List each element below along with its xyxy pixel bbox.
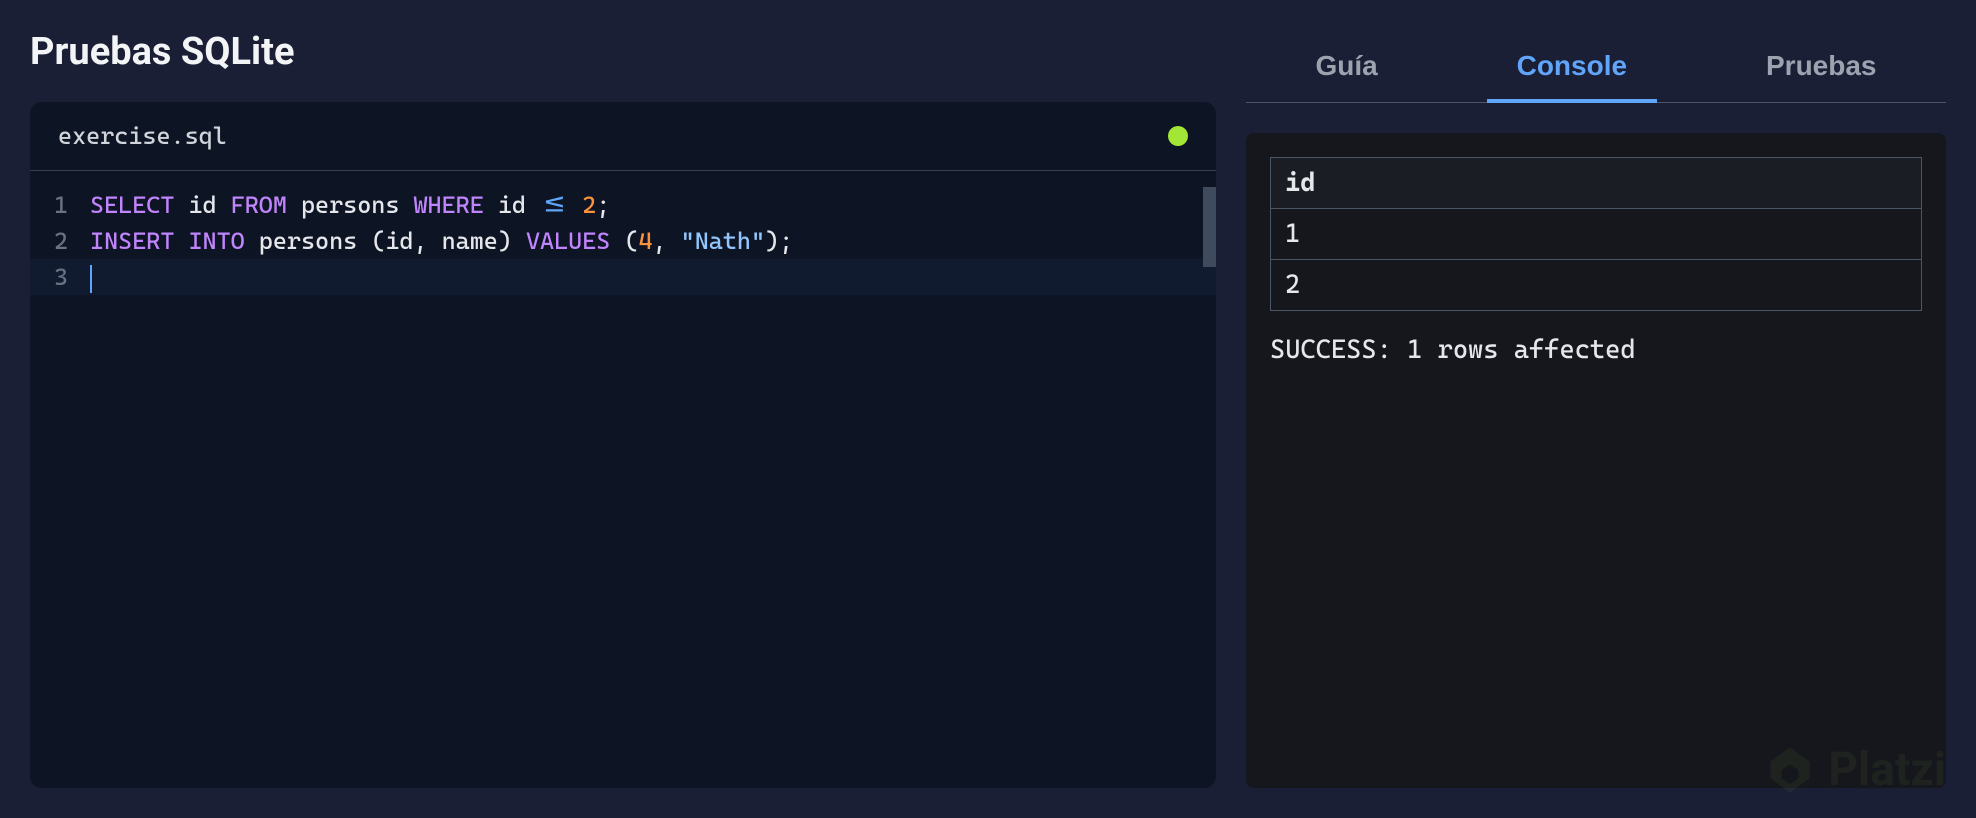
table-row: 1	[1271, 209, 1922, 260]
console-panel: id 12 SUCCESS: 1 rows affected	[1246, 133, 1946, 788]
line-number: 1	[30, 187, 90, 223]
code-line[interactable]: 2INSERT INTO persons (id, name) VALUES (…	[30, 223, 1216, 259]
line-number: 2	[30, 223, 90, 259]
line-number: 3	[30, 259, 90, 295]
code-line[interactable]: 1SELECT id FROM persons WHERE id <= 2;	[30, 187, 1216, 223]
output-tabs: Guía Console Pruebas	[1246, 30, 1946, 103]
code-editor[interactable]: exercise.sql 1SELECT id FROM persons WHE…	[30, 102, 1216, 788]
line-content[interactable]: SELECT id FROM persons WHERE id <= 2;	[90, 187, 1216, 223]
text-cursor	[90, 265, 92, 293]
scrollbar-thumb[interactable]	[1203, 187, 1216, 267]
editor-body[interactable]: 1SELECT id FROM persons WHERE id <= 2;2I…	[30, 171, 1216, 788]
editor-filename: exercise.sql	[58, 122, 227, 150]
tab-pruebas[interactable]: Pruebas	[1736, 30, 1907, 102]
result-table: id 12	[1270, 157, 1922, 311]
table-header-id: id	[1271, 158, 1922, 209]
console-status-message: SUCCESS: 1 rows affected	[1270, 335, 1922, 365]
line-content[interactable]	[90, 259, 1216, 295]
table-row: 2	[1271, 260, 1922, 311]
page-title: Pruebas SQLite	[30, 30, 1216, 74]
tab-console[interactable]: Console	[1487, 30, 1657, 102]
status-indicator-icon	[1168, 126, 1188, 146]
table-cell: 1	[1271, 209, 1922, 260]
tab-guía[interactable]: Guía	[1285, 30, 1407, 102]
code-line[interactable]: 3	[30, 259, 1216, 295]
table-cell: 2	[1271, 260, 1922, 311]
line-content[interactable]: INSERT INTO persons (id, name) VALUES (4…	[90, 223, 1216, 259]
